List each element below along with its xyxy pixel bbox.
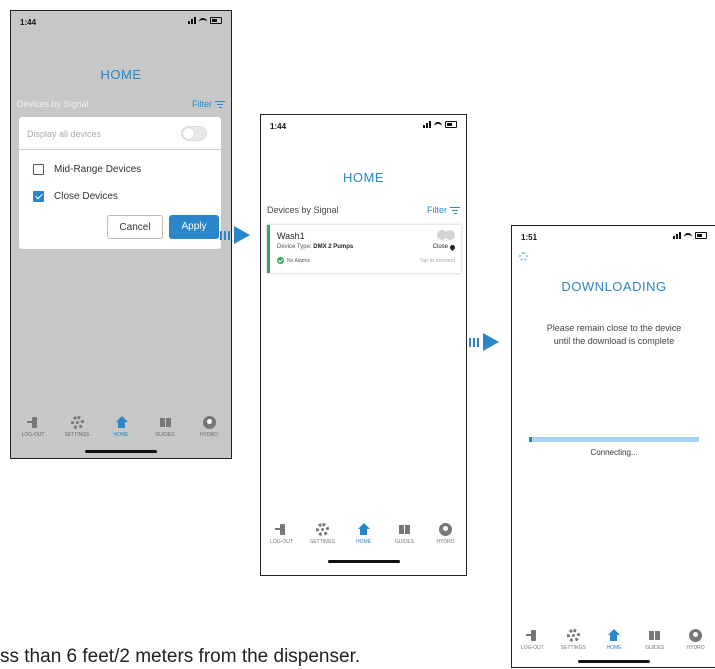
tab-guides[interactable]: GUIDES: [147, 416, 183, 438]
home-indicator: [327, 560, 400, 563]
signal-icon: [188, 17, 196, 24]
pump-indicator-icon: [437, 230, 455, 240]
display-all-toggle[interactable]: [181, 126, 207, 141]
battery-icon: [695, 232, 707, 239]
filter-icon: [450, 206, 460, 214]
logout-icon: [275, 523, 288, 536]
tab-bar: LOG-OUT SETTINGS HOME GUIDES HYDRO: [512, 629, 715, 651]
location-pin-icon: [448, 243, 457, 251]
device-name: Wash1: [277, 231, 305, 241]
screen-downloading: 1:51 DOWNLOADING Please remain close to …: [511, 225, 715, 668]
hydro-icon: [439, 523, 452, 536]
close-devices-checkbox[interactable]: [33, 191, 44, 202]
home-indicator: [85, 450, 157, 453]
tab-home[interactable]: HOME: [103, 416, 139, 438]
connection-status: Connecting...: [590, 448, 638, 457]
devices-by-signal-label: Devices by Signal: [17, 99, 89, 109]
logout-icon: [525, 629, 539, 642]
home-icon: [357, 523, 370, 536]
tab-bar: LOG-OUT SETTINGS HOME GUIDES HYDRO: [261, 523, 466, 545]
filter-button[interactable]: Filter: [427, 205, 460, 215]
tab-hydro[interactable]: HYDRO: [428, 523, 464, 545]
tab-logout[interactable]: LOG-OUT: [264, 523, 300, 545]
tab-bar: LOG-OUT SETTINGS HOME GUIDES HYDRO: [11, 416, 231, 438]
mid-range-checkbox[interactable]: [33, 164, 44, 175]
page-title: HOME: [343, 170, 384, 185]
hydro-icon: [202, 416, 216, 429]
devices-header: Devices by Signal Filter: [267, 205, 460, 215]
download-progress-bar: [529, 437, 699, 442]
tab-hydro[interactable]: HYDRO: [678, 629, 714, 651]
tap-to-connect: Tap to connect: [419, 258, 455, 264]
status-bar: 1:44: [261, 115, 466, 133]
close-devices-option[interactable]: Close Devices: [33, 191, 118, 202]
tab-guides[interactable]: GUIDES: [387, 523, 423, 545]
tab-home[interactable]: HOME: [346, 523, 382, 545]
filter-icon: [215, 100, 225, 108]
signal-icon: [423, 121, 431, 128]
status-bar: 1:51: [512, 226, 715, 244]
flow-arrow-2: [469, 333, 499, 351]
wifi-icon: [199, 17, 207, 24]
home-icon: [607, 629, 621, 642]
device-card[interactable]: Wash1 Device Type: DMX 2 Pumps No Alarms…: [267, 225, 461, 273]
display-all-label: Display all devices: [27, 129, 102, 139]
status-time: 1:44: [20, 18, 37, 27]
download-message: Please remain close to the device until …: [546, 323, 682, 346]
proximity-label: Close: [433, 243, 457, 251]
book-icon: [398, 523, 411, 536]
divider: [19, 149, 221, 150]
status-time: 1:51: [521, 233, 538, 242]
home-indicator: [578, 660, 650, 663]
tab-home[interactable]: HOME: [596, 629, 632, 651]
progress-fill: [529, 437, 533, 442]
screen-home-filter: 1:44 HOME Devices by Signal Filter Displ…: [10, 10, 232, 459]
alarm-status: No Alarms: [277, 257, 310, 264]
mid-range-option[interactable]: Mid-Range Devices: [33, 164, 141, 175]
tab-logout[interactable]: LOG-OUT: [514, 629, 550, 651]
battery-icon: [445, 121, 457, 128]
check-icon: [277, 257, 284, 264]
device-type: Device Type: DMX 2 Pumps: [277, 244, 354, 250]
tab-guides[interactable]: GUIDES: [637, 629, 673, 651]
filter-button[interactable]: Filter: [192, 99, 225, 109]
gear-icon: [70, 416, 84, 429]
home-icon: [115, 416, 128, 429]
hydro-icon: [689, 629, 703, 642]
loading-spinner-icon: [519, 252, 528, 261]
status-time: 1:44: [270, 122, 287, 131]
tab-settings[interactable]: SETTINGS: [305, 523, 341, 545]
page-title: HOME: [100, 67, 142, 82]
tab-settings[interactable]: SETTINGS: [555, 629, 591, 651]
tab-hydro[interactable]: HYDRO: [191, 416, 227, 438]
apply-button[interactable]: Apply: [169, 215, 219, 239]
signal-icon: [673, 232, 681, 239]
devices-header: Devices by Signal Filter: [17, 99, 225, 109]
logout-icon: [26, 416, 40, 429]
caption-text: ss than 6 feet/2 meters from the dispens…: [0, 646, 361, 667]
screen-home-devices: 1:44 HOME Devices by Signal Filter Wash1…: [260, 114, 467, 576]
tab-settings[interactable]: SETTINGS: [59, 416, 95, 438]
page-title: DOWNLOADING: [561, 279, 667, 294]
wifi-icon: [434, 121, 442, 128]
devices-by-signal-label: Devices by Signal: [267, 205, 339, 215]
tab-logout[interactable]: LOG-OUT: [15, 416, 51, 438]
gear-icon: [566, 629, 580, 642]
book-icon: [159, 416, 172, 429]
wifi-icon: [684, 232, 692, 239]
battery-icon: [210, 17, 222, 24]
filter-modal: Display all devices Mid-Range Devices Cl…: [19, 117, 221, 249]
book-icon: [648, 629, 661, 642]
status-bar: 1:44: [11, 11, 231, 29]
cancel-button[interactable]: Cancel: [107, 215, 163, 239]
gear-icon: [316, 523, 329, 536]
flow-arrow-1: [220, 226, 250, 244]
